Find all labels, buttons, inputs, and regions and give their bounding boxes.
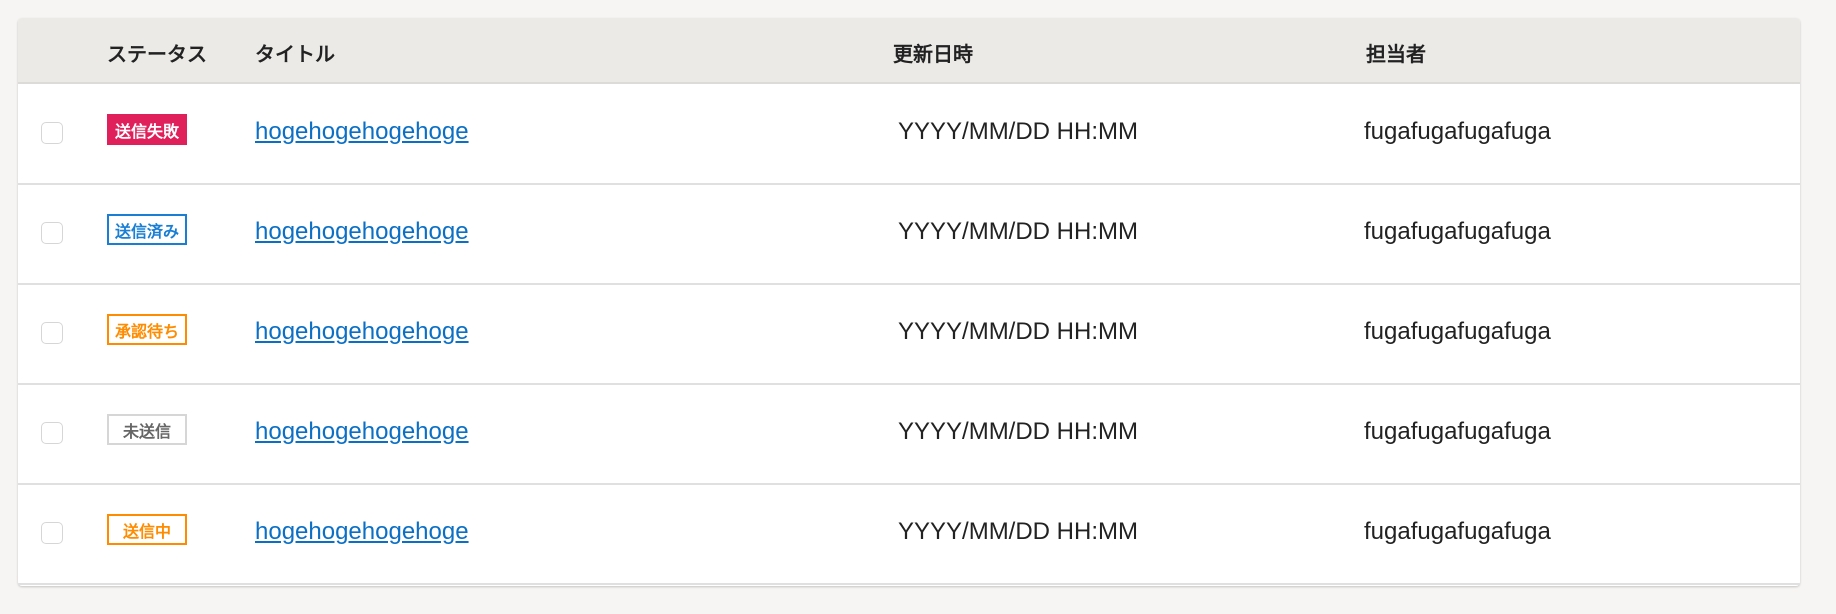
assignee-name: fugafugafugafuga (1364, 218, 1551, 245)
table-row: 承認待ち hogehogehogehoge YYYY/MM/DD HH:MM f… (18, 284, 1800, 385)
updated-datetime: YYYY/MM/DD HH:MM (898, 218, 1138, 245)
table-row: 送信失敗 hogehogehogehoge YYYY/MM/DD HH:MM f… (18, 84, 1800, 185)
updated-datetime: YYYY/MM/DD HH:MM (898, 318, 1138, 345)
header-status[interactable]: ステータス (107, 38, 207, 67)
table-header: ステータス タイトル 更新日時 担当者 (18, 18, 1800, 84)
title-link[interactable]: hogehogehogehoge (255, 218, 469, 246)
assignee-name: fugafugafugafuga (1364, 318, 1551, 345)
title-link[interactable]: hogehogehogehoge (255, 518, 469, 546)
row-checkbox[interactable] (41, 422, 63, 444)
row-checkbox[interactable] (41, 522, 63, 544)
status-badge: 送信中 (107, 514, 187, 545)
row-checkbox[interactable] (41, 322, 63, 344)
updated-datetime: YYYY/MM/DD HH:MM (898, 118, 1138, 145)
header-title[interactable]: タイトル (255, 38, 335, 67)
updated-datetime: YYYY/MM/DD HH:MM (898, 418, 1138, 445)
assignee-name: fugafugafugafuga (1364, 118, 1551, 145)
status-badge: 未送信 (107, 414, 187, 445)
table-row: 送信済み hogehogehogehoge YYYY/MM/DD HH:MM f… (18, 184, 1800, 285)
data-table: ステータス タイトル 更新日時 担当者 送信失敗 hogehogehogehog… (18, 18, 1800, 586)
assignee-name: fugafugafugafuga (1364, 418, 1551, 445)
row-checkbox[interactable] (41, 122, 63, 144)
table-row: 未送信 hogehogehogehoge YYYY/MM/DD HH:MM fu… (18, 384, 1800, 485)
header-updated[interactable]: 更新日時 (893, 38, 973, 67)
header-assignee[interactable]: 担当者 (1366, 38, 1426, 67)
title-link[interactable]: hogehogehogehoge (255, 318, 469, 346)
row-checkbox[interactable] (41, 222, 63, 244)
status-badge: 送信済み (107, 214, 187, 245)
status-badge: 承認待ち (107, 314, 187, 345)
status-badge: 送信失敗 (107, 114, 187, 145)
table-row: 送信中 hogehogehogehoge YYYY/MM/DD HH:MM fu… (18, 484, 1800, 585)
title-link[interactable]: hogehogehogehoge (255, 118, 469, 146)
title-link[interactable]: hogehogehogehoge (255, 418, 469, 446)
updated-datetime: YYYY/MM/DD HH:MM (898, 518, 1138, 545)
assignee-name: fugafugafugafuga (1364, 518, 1551, 545)
